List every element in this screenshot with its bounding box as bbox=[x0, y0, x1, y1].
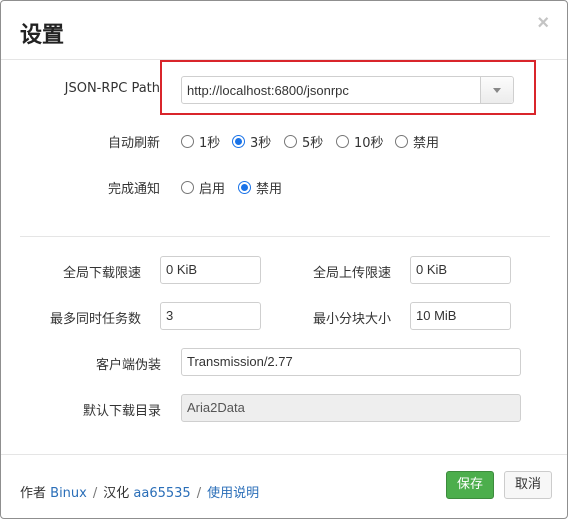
notify-option-disable[interactable]: 禁用 bbox=[238, 178, 282, 197]
cancel-button[interactable]: 取消 bbox=[504, 471, 552, 499]
radio-icon[interactable] bbox=[284, 135, 297, 148]
refresh-option-10s[interactable]: 10秒 bbox=[336, 132, 384, 151]
refresh-option-disabled[interactable]: 禁用 bbox=[395, 132, 439, 151]
notify-label: 完成通知 bbox=[107, 182, 160, 197]
client-input[interactable]: Transmission/2.77 bbox=[181, 348, 521, 376]
refresh-option-3s[interactable]: 3秒 bbox=[232, 132, 271, 151]
dialog-footer: 作者 Binux / 汉化 aa65535 / 使用说明 保存 取消 bbox=[1, 454, 567, 519]
download-dir-label: 默认下载目录 bbox=[82, 404, 161, 419]
min-split-input[interactable]: 10 MiB bbox=[410, 302, 511, 330]
separator: / bbox=[196, 486, 202, 501]
dialog-title: 设置 bbox=[20, 23, 65, 48]
section-divider bbox=[20, 236, 550, 237]
auto-refresh-label: 自动刷新 bbox=[107, 136, 160, 151]
radio-icon[interactable] bbox=[181, 181, 194, 194]
rpc-path-input[interactable]: http://localhost:6800/jsonrpc bbox=[187, 83, 349, 98]
download-dir-input: Aria2Data bbox=[181, 394, 521, 422]
max-tasks-input[interactable]: 3 bbox=[160, 302, 261, 330]
close-icon[interactable]: × bbox=[537, 13, 549, 33]
radio-icon[interactable] bbox=[336, 135, 349, 148]
download-limit-input[interactable]: 0 KiB bbox=[160, 256, 261, 284]
notify-option-enable[interactable]: 启用 bbox=[181, 178, 225, 197]
max-tasks-label: 最多同时任务数 bbox=[49, 312, 141, 327]
help-link[interactable]: 使用说明 bbox=[207, 486, 259, 501]
upload-limit-input[interactable]: 0 KiB bbox=[410, 256, 511, 284]
caret-down-icon bbox=[493, 88, 501, 93]
settings-dialog: 设置 × JSON-RPC Path http://localhost:6800… bbox=[0, 0, 568, 519]
separator: / bbox=[92, 486, 98, 501]
save-button[interactable]: 保存 bbox=[446, 471, 494, 499]
radio-icon[interactable] bbox=[181, 135, 194, 148]
rpc-path-combobox[interactable]: http://localhost:6800/jsonrpc bbox=[181, 76, 514, 104]
client-label: 客户端伪装 bbox=[95, 358, 161, 373]
author-link[interactable]: Binux bbox=[50, 486, 87, 501]
upload-limit-label: 全局上传限速 bbox=[312, 266, 391, 281]
rpc-path-dropdown-button[interactable] bbox=[480, 77, 513, 103]
credits: 作者 Binux / 汉化 aa65535 / 使用说明 bbox=[20, 482, 259, 501]
radio-checked-icon[interactable] bbox=[232, 135, 245, 148]
translator-link[interactable]: aa65535 bbox=[133, 486, 190, 501]
radio-checked-icon[interactable] bbox=[238, 181, 251, 194]
refresh-option-5s[interactable]: 5秒 bbox=[284, 132, 323, 151]
radio-icon[interactable] bbox=[395, 135, 408, 148]
refresh-option-1s[interactable]: 1秒 bbox=[181, 132, 220, 151]
min-split-label: 最小分块大小 bbox=[312, 312, 391, 327]
author-prefix: 作者 bbox=[20, 486, 47, 501]
rpc-path-label: JSON-RPC Path bbox=[64, 81, 160, 96]
translator-prefix: 汉化 bbox=[103, 486, 130, 501]
dialog-header: 设置 × bbox=[1, 1, 567, 60]
download-limit-label: 全局下载限速 bbox=[62, 266, 141, 281]
